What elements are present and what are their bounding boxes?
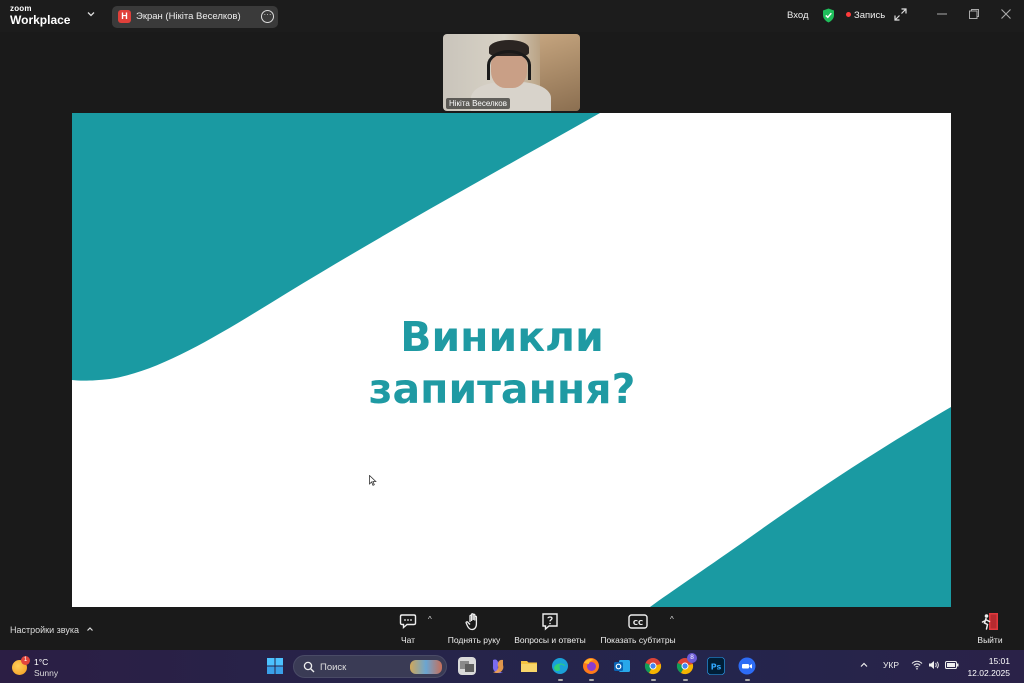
ellipsis-icon[interactable]: ··· <box>261 10 274 23</box>
chevron-up-icon <box>86 627 93 631</box>
signin-link[interactable]: Вход <box>787 10 809 21</box>
closed-captions-icon: CC <box>628 614 648 629</box>
weather-temp: 1°C <box>34 657 49 667</box>
raise-hand-button[interactable]: Поднять руку <box>446 612 502 645</box>
expand-icon[interactable] <box>894 8 907 26</box>
meeting-controls: Настройки звука Чат ^ Поднять руку Вопро… <box>0 607 1024 650</box>
windows-taskbar: 1 1°C Sunny Поиск 8 Ps УКР 15:01 12.02.2… <box>0 650 1024 683</box>
chrome-badge: 8 <box>687 653 697 663</box>
shield-check-icon[interactable] <box>822 8 835 28</box>
record-label: Запись <box>854 10 886 21</box>
weather-badge: 1 <box>21 656 30 665</box>
qa-button[interactable]: Вопросы и ответы <box>512 612 588 645</box>
restore-icon[interactable] <box>968 8 980 23</box>
audio-settings-label: Настройки звука <box>10 625 79 635</box>
participant-name: Нікіта Веселков <box>446 98 511 109</box>
file-explorer-icon[interactable] <box>520 657 538 675</box>
copilot-icon[interactable] <box>489 657 507 675</box>
slide-title-line2: запитання? <box>368 365 636 413</box>
slide-title-line1: Виникли <box>400 313 604 361</box>
leave-button[interactable]: Выйти <box>974 612 1006 645</box>
photoshop-icon[interactable]: Ps <box>707 657 725 675</box>
bottom-right-wave <box>650 407 951 607</box>
chat-caret-icon[interactable]: ^ <box>428 615 432 624</box>
clock-time: 15:01 <box>988 656 1010 666</box>
firefox-icon[interactable] <box>582 657 600 675</box>
screen-share-indicator[interactable]: Н Экран (Нікіта Веселков) ··· <box>112 6 278 28</box>
headphones-icon <box>487 50 531 80</box>
svg-text:CC: CC <box>633 619 643 627</box>
task-view-icon[interactable] <box>458 657 476 675</box>
taskbar-search[interactable]: Поиск <box>293 655 447 678</box>
outlook-icon[interactable] <box>613 657 631 675</box>
raise-hand-label: Поднять руку <box>447 635 501 645</box>
captions-caret-icon[interactable]: ^ <box>670 615 674 624</box>
qa-label: Вопросы и ответы <box>514 635 586 645</box>
tray-overflow-icon[interactable] <box>859 660 869 672</box>
search-placeholder: Поиск <box>320 662 347 673</box>
search-highlight-icon <box>410 660 442 674</box>
hand-icon <box>465 613 478 631</box>
sharer-badge: Н <box>118 10 131 23</box>
chrome-profile-icon[interactable]: 8 <box>676 653 697 675</box>
weather-condition: Sunny <box>34 668 59 678</box>
captions-button[interactable]: CC Показать субтитры <box>599 612 677 645</box>
chevron-down-icon[interactable] <box>86 9 98 21</box>
record-dot-icon <box>846 12 851 17</box>
close-icon[interactable] <box>1000 8 1012 23</box>
brand-small: zoom <box>10 4 32 13</box>
shared-screen: Виникли запитання? <box>72 113 951 607</box>
battery-icon[interactable] <box>945 660 959 672</box>
chat-button[interactable]: Чат <box>394 612 422 645</box>
slide-title: Виникли запитання? <box>72 311 932 415</box>
svg-text:Ps: Ps <box>711 663 722 672</box>
leave-label: Выйти <box>977 635 1003 645</box>
captions-label: Показать субтитры <box>600 635 676 645</box>
chat-icon <box>399 614 417 630</box>
question-icon <box>542 613 558 631</box>
minimize-icon[interactable] <box>936 8 948 23</box>
search-icon <box>303 661 315 673</box>
audio-settings-button[interactable]: Настройки звука <box>10 625 94 635</box>
leave-icon <box>981 613 998 630</box>
clock-date: 12.02.2025 <box>967 668 1010 678</box>
title-bar: zoom Workplace Н Экран (Нікіта Веселков)… <box>0 0 1024 32</box>
wifi-icon[interactable] <box>911 660 923 672</box>
participant-video[interactable]: Нікіта Веселков <box>443 34 580 111</box>
language-indicator[interactable]: УКР <box>883 660 899 670</box>
volume-icon[interactable] <box>928 660 940 672</box>
zoom-app-icon[interactable] <box>738 657 756 675</box>
chat-label: Чат <box>400 635 416 645</box>
zoom-logo: zoom Workplace <box>10 4 71 27</box>
recording-indicator[interactable]: Запись <box>846 10 885 21</box>
mouse-cursor-icon <box>369 473 377 491</box>
edge-icon[interactable] <box>551 657 569 675</box>
windows-start-icon[interactable] <box>266 657 284 675</box>
system-clock[interactable]: 15:01 12.02.2025 <box>967 655 1010 679</box>
share-label: Экран (Нікіта Веселков) <box>136 11 241 22</box>
brand-big: Workplace <box>10 13 71 27</box>
chrome-icon[interactable] <box>644 657 662 675</box>
